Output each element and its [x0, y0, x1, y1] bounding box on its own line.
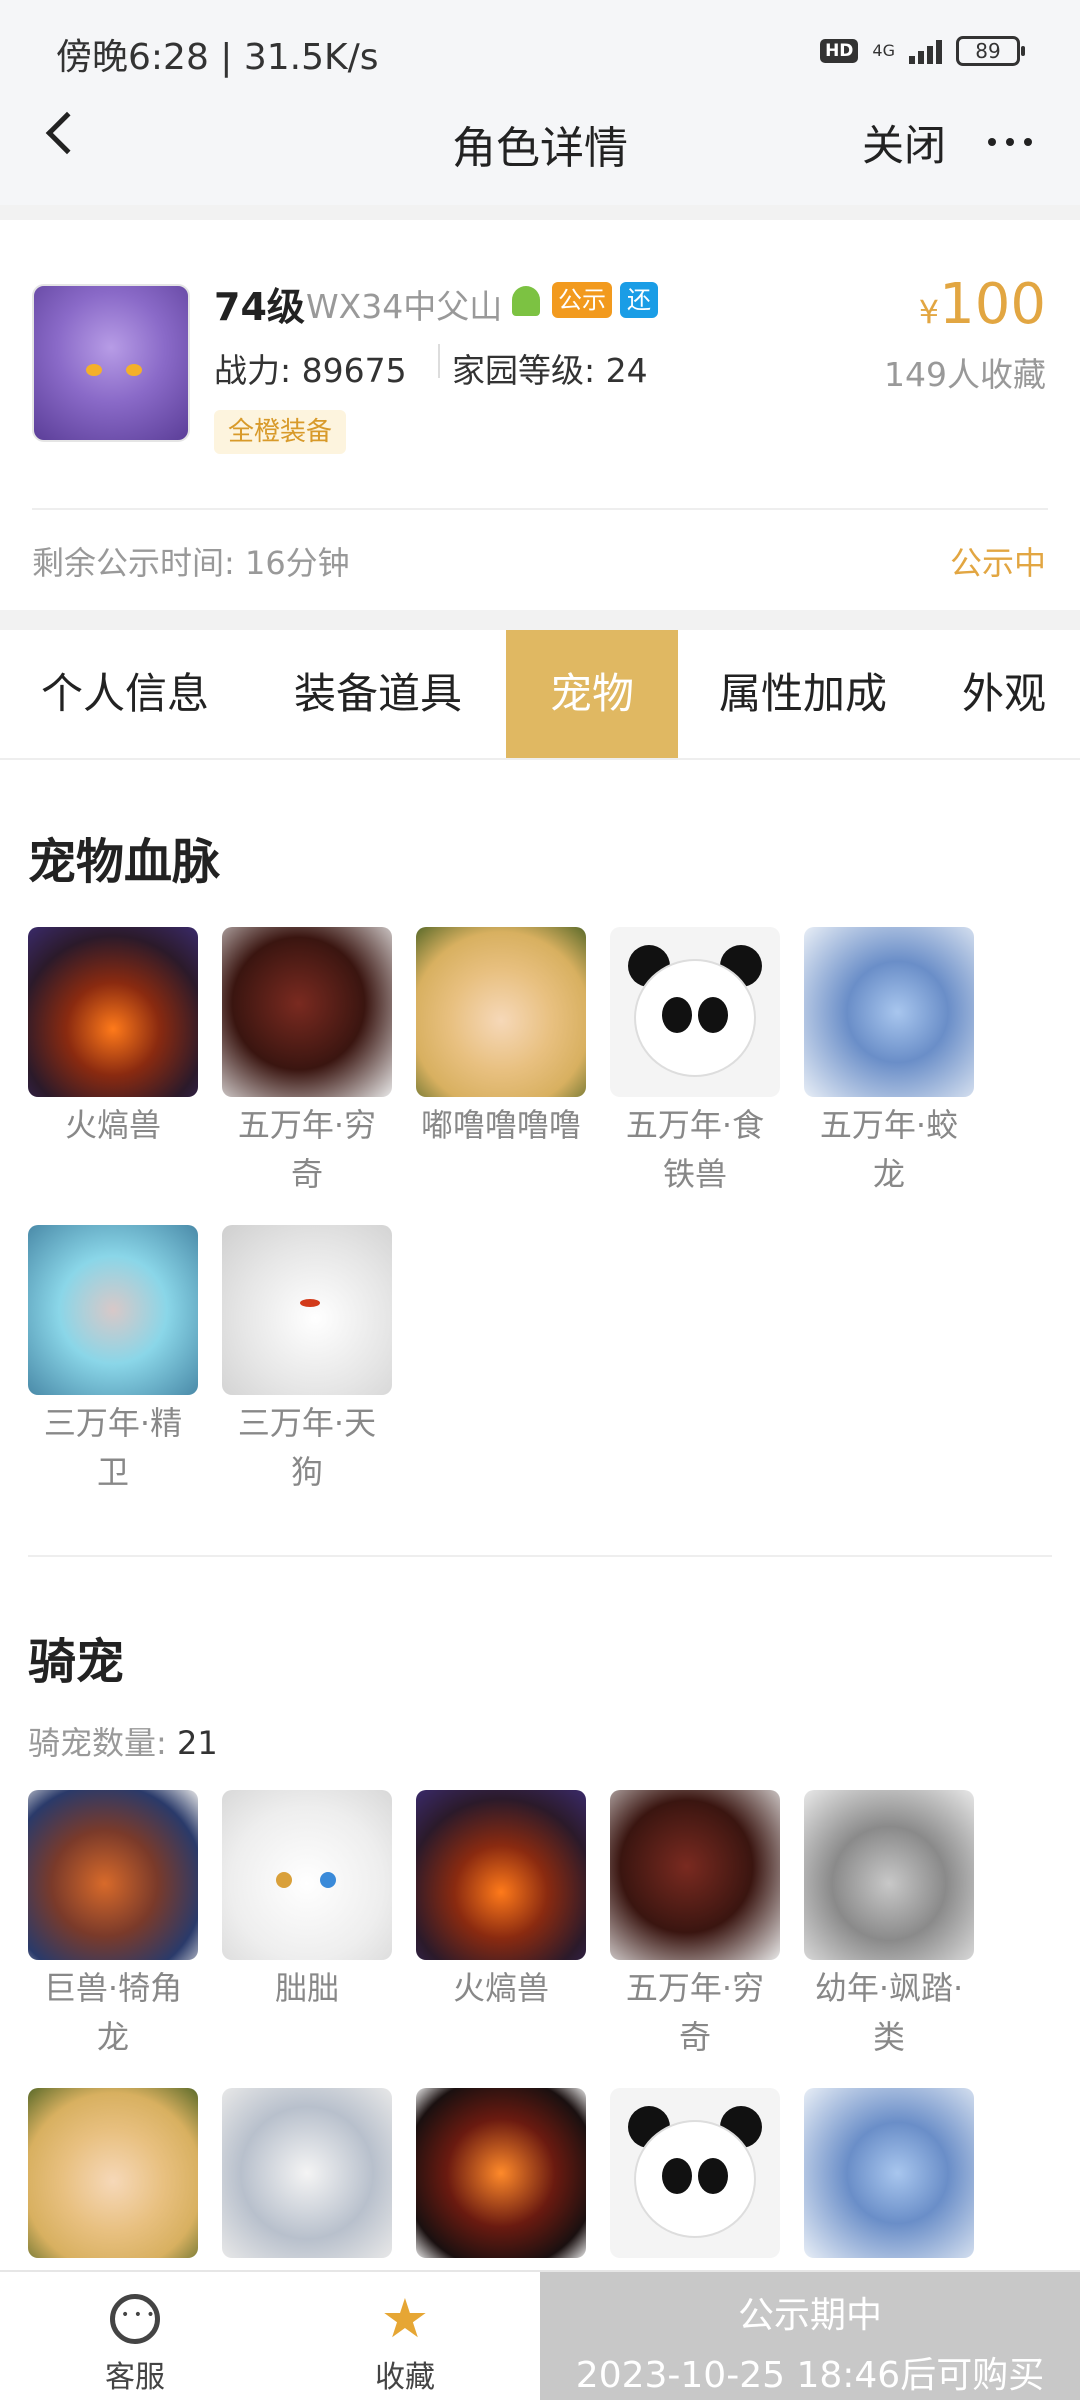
- public-status: 公示中: [949, 544, 1046, 582]
- section-title-pet-blood: 宠物血脉: [28, 834, 221, 890]
- favorite-label: 收藏: [375, 2360, 435, 2395]
- network-label: 4G: [872, 41, 895, 60]
- remaining-time: 剩余公示时间: 16分钟: [32, 544, 350, 582]
- signal-icon: [909, 38, 942, 64]
- currency-symbol: ¥: [918, 293, 940, 331]
- close-button[interactable]: 关闭: [862, 112, 946, 173]
- mount-item[interactable]: 五万年·穷奇: [610, 1790, 780, 2062]
- bottom-bar: 客服 ★ 收藏 公示期中 2023-10-25 18:46后可购买: [0, 2270, 1080, 2400]
- tab-appearance[interactable]: 外观: [928, 630, 1080, 758]
- status-time-speed: 傍晚6:28 | 31.5K/s: [56, 37, 379, 78]
- wolf-icon: [222, 1225, 392, 1395]
- mount-name: 朏朏: [274, 1969, 339, 2007]
- mount-name: 巨兽·犄角龙: [43, 1969, 183, 2056]
- public-tag: 公示: [552, 282, 612, 318]
- panda-icon: [610, 927, 780, 1097]
- android-icon: [512, 286, 540, 316]
- mount-item[interactable]: [610, 2088, 780, 2258]
- pet-item[interactable]: 五万年·穷奇: [222, 927, 392, 1199]
- mount-name: 火熇兽: [452, 1969, 549, 2007]
- price: ¥100: [919, 272, 1046, 337]
- tab-attributes[interactable]: 属性加成: [678, 630, 928, 758]
- mount-item[interactable]: 火熇兽: [416, 1790, 586, 2013]
- divider: [438, 344, 440, 378]
- pet-item[interactable]: 五万年·食铁兽: [610, 927, 780, 1199]
- role-card: 74级 WX34中父山 公示 还 战力: 89675 家园等级: 24 全橙装备…: [0, 220, 1080, 610]
- customer-service-button[interactable]: 客服: [0, 2272, 270, 2400]
- white-beast-icon: [222, 2088, 392, 2258]
- pet-name: 嘟噜噜噜噜: [420, 1106, 581, 1144]
- pet-name: 火熇兽: [64, 1106, 161, 1144]
- pet-name: 三万年·天狗: [237, 1404, 377, 1491]
- status-icons: HD 4G 89: [820, 36, 1025, 66]
- qiongqi-icon: [222, 927, 392, 1097]
- pet-item[interactable]: 三万年·天狗: [222, 1225, 392, 1497]
- divider: [32, 508, 1048, 510]
- fire-beast-icon: [416, 1790, 586, 1960]
- mount-item[interactable]: [28, 2088, 198, 2258]
- headset-icon: [110, 2294, 160, 2344]
- star-icon: ★: [380, 2287, 430, 2350]
- favorite-button[interactable]: ★ 收藏: [270, 2272, 540, 2400]
- horn-dragon-icon: [28, 1790, 198, 1960]
- top-bar: 傍晚6:28 | 31.5K/s HD 4G 89 角色详情 关闭: [0, 0, 1080, 205]
- section-title-mounts: 骑宠: [28, 1634, 125, 1690]
- pet-item[interactable]: 五万年·蛟龙: [804, 927, 974, 1199]
- dragon-icon: [804, 927, 974, 1097]
- role-server: WX34中父山: [306, 287, 503, 326]
- mount-count-label: 骑宠数量:: [28, 1724, 167, 1762]
- mount-name: 五万年·穷奇: [625, 1969, 765, 2056]
- price-value: 100: [939, 272, 1046, 337]
- customer-service-label: 客服: [105, 2360, 165, 2395]
- girl-icon: [28, 2088, 198, 2258]
- mount-item[interactable]: [804, 2088, 974, 2258]
- hd-icon: HD: [820, 39, 859, 63]
- home-level: 家园等级: 24: [452, 351, 648, 390]
- pet-name: 三万年·精卫: [43, 1404, 183, 1491]
- mount-count: 骑宠数量: 21: [28, 1718, 218, 1764]
- pet-name: 五万年·蛟龙: [819, 1106, 959, 1193]
- role-level: 74级: [214, 285, 305, 329]
- more-icon[interactable]: [988, 138, 1032, 146]
- jingwei-icon: [28, 1225, 198, 1395]
- mount-item[interactable]: 幼年·飒踏·类: [804, 1790, 974, 2062]
- pet-item[interactable]: 嘟噜噜噜噜: [416, 927, 586, 1150]
- equip-badge: 全橙装备: [214, 410, 347, 454]
- mount-count-value: 21: [176, 1724, 218, 1762]
- pet-name: 五万年·食铁兽: [625, 1106, 765, 1193]
- battery-icon: 89: [956, 36, 1025, 66]
- cat-icon: [222, 1790, 392, 1960]
- buy-status: 公示期中: [737, 2295, 882, 2336]
- qiongqi-icon: [610, 1790, 780, 1960]
- tab-pets[interactable]: 宠物: [506, 630, 678, 758]
- mount-item[interactable]: 巨兽·犄角龙: [28, 1790, 198, 2062]
- buy-time: 2023-10-25 18:46后可购买: [575, 2355, 1045, 2396]
- divider: [0, 205, 1080, 220]
- dragon-icon: [804, 2088, 974, 2258]
- lava-beast-icon: [416, 2088, 586, 2258]
- divider: [0, 610, 1080, 630]
- tab-bar: 个人信息 装备道具 宠物 属性加成 外观: [0, 630, 1080, 760]
- buy-button[interactable]: 公示期中 2023-10-25 18:46后可购买: [540, 2272, 1080, 2400]
- divider: [28, 1555, 1052, 1557]
- mount-item[interactable]: [222, 2088, 392, 2258]
- role-power: 战力: 89675: [214, 351, 407, 390]
- mount-name: 幼年·飒踏·类: [814, 1969, 964, 2056]
- mount-item[interactable]: 朏朏: [222, 1790, 392, 2013]
- panda-icon: [610, 2088, 780, 2258]
- pet-name: 五万年·穷奇: [237, 1106, 377, 1193]
- pet-item[interactable]: 三万年·精卫: [28, 1225, 198, 1497]
- tab-personal-info[interactable]: 个人信息: [0, 630, 250, 758]
- favorites-count: 149人收藏: [884, 355, 1046, 394]
- tab-equipment[interactable]: 装备道具: [250, 630, 506, 758]
- return-tag: 还: [620, 282, 658, 318]
- mount-item[interactable]: [416, 2088, 586, 2258]
- fire-beast-icon: [28, 927, 198, 1097]
- pet-item[interactable]: 火熇兽: [28, 927, 198, 1150]
- girl-icon: [416, 927, 586, 1097]
- role-avatar: [32, 284, 190, 442]
- kitten-icon: [804, 1790, 974, 1960]
